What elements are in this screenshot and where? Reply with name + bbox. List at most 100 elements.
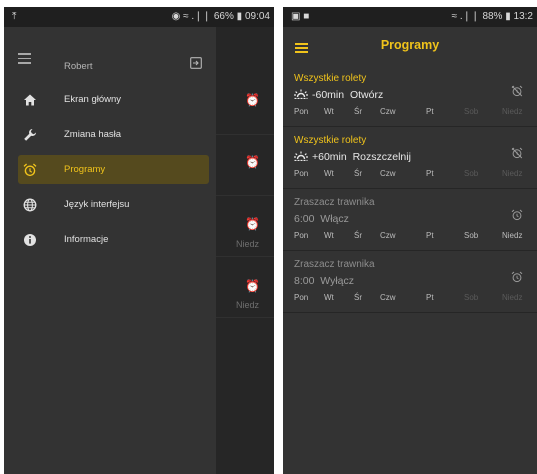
weekday-label: Niedz [502,107,523,116]
alarm-icon: ⏰ [245,217,260,231]
program-schedule: 6:00 Włącz [294,213,349,225]
alarm-icon[interactable] [511,271,523,283]
battery-level: 66% [213,11,234,22]
program-item[interactable]: Wszystkie rolety -60min Otwórz Pon Wt Śr Czw P… [283,65,537,127]
weekday-row: Pon Wt Śr Czw Pt Sob Niedz [294,169,534,179]
weekday-label: Wt [324,107,334,116]
alarm-icon: ⏰ [245,279,260,293]
program-schedule: -60min Otwórz [294,89,383,101]
sunrise-icon [294,151,308,161]
weekday-label: Śr [354,169,362,178]
upload-icon: ⤒ [12,11,17,22]
weekday-label: Wt [324,231,334,240]
weekday-label: Pt [426,231,434,240]
user-name: Robert [64,61,93,72]
weekday-label: Śr [354,107,362,116]
status-bar: ⤒ ◉ ≈ .❘❘ 66% ▮ 09:04 [4,7,274,27]
alarm-off-icon[interactable] [511,147,523,159]
weekday-label: Śr [354,231,362,240]
alarm-off-icon[interactable] [511,85,523,97]
weekday-label: Sob [464,169,479,178]
drawer-header: Robert [4,53,216,79]
alarm-icon[interactable] [511,209,523,221]
globe-icon [23,198,37,212]
day-label: Niedz [236,300,260,310]
status-right: ≈ .❘❘ 88% ▮ 13:2 [452,7,533,27]
program-item[interactable]: Zraszacz trawnika 8:00 Wyłącz Pon Wt Śr Czw Pt… [283,251,537,313]
weekday-label: Niedz [502,293,523,302]
weekday-label: Czw [380,169,396,178]
weekday-label: Czw [380,107,396,116]
menu-item-programs[interactable]: Programy [18,155,209,184]
weekday-row: Pon Wt Śr Czw Pt Sob Niedz [294,107,534,117]
weekday-label: Pon [294,107,309,116]
sunrise-icon [294,89,308,99]
program-name: Wszystkie rolety [294,73,367,84]
menu-item-label: Informacje [64,234,109,245]
weekday-label: Czw [380,293,396,302]
menu-item-change-password[interactable]: Zmiana hasła [18,120,209,149]
menu-item-label: Zmiana hasła [64,129,122,140]
program-action: Rozszczelnij [352,151,411,163]
wrench-icon [24,129,36,141]
program-item[interactable]: Wszystkie rolety +60min Rozszczelnij Pon Wt… [283,127,537,189]
page-title: Programy [380,38,440,52]
battery-icon: ▮ [505,11,511,22]
menu-item-label: Język interfejsu [64,199,130,210]
weekday-label: Pt [426,169,434,178]
signal-icons: ≈ .❘❘ [451,11,480,22]
divider [209,195,274,196]
left-phone-screen: ⤒ ◉ ≈ .❘❘ 66% ▮ 09:04 ⏰ ⏰ ⏰ Niedz ⏰ Niedz… [4,7,274,474]
weekday-label: Śr [354,293,362,302]
logout-icon[interactable] [190,57,202,69]
menu-item-label: Ekran główny [64,94,122,105]
alarm-off-icon: ⏰ [245,155,260,169]
weekday-row: Pon Wt Śr Czw Pt Sob Niedz [294,293,534,303]
program-list: Wszystkie rolety -60min Otwórz Pon Wt Śr Czw P… [283,65,537,313]
menu-item-home[interactable]: Ekran główny [18,85,209,114]
program-time: -60min [312,89,345,101]
weekday-label: Sob [464,231,479,240]
weekday-label: Czw [380,231,396,240]
weekday-label: Niedz [502,231,523,240]
program-schedule: 8:00 Wyłącz [294,275,354,287]
notification-icons: ▣ ■ [291,11,310,22]
program-name: Zraszacz trawnika [294,197,375,208]
weekday-label: Sob [464,293,479,302]
program-name: Zraszacz trawnika [294,259,375,270]
app-bar: Programy [283,27,537,65]
weekday-label: Sob [464,107,479,116]
navigation-drawer: Robert Ekran główny Zmiana hasła Program… [4,27,216,474]
weekday-label: Pt [426,107,434,116]
program-action: Włącz [320,213,349,225]
background-program-list: ⏰ ⏰ ⏰ Niedz ⏰ Niedz [209,27,274,474]
weekday-label: Wt [324,293,334,302]
home-icon [24,94,36,106]
menu-item-interface-language[interactable]: Język interfejsu [18,190,209,219]
program-name: Wszystkie rolety [294,135,367,146]
weekday-label: Pt [426,293,434,302]
program-time: +60min [312,151,347,163]
alarm-clock-icon [23,163,37,177]
clock-time: 09:04 [244,11,270,22]
program-item[interactable]: Zraszacz trawnika 6:00 Włącz Pon Wt Śr Czw Pt S… [283,189,537,251]
status-bar: ▣ ■ ≈ .❘❘ 88% ▮ 13:2 [283,7,537,27]
day-label: Niedz [236,239,260,249]
program-action: Otwórz [349,89,384,101]
clock-time: 13:2 [513,11,533,22]
signal-icons: ◉ ≈ .❘❘ [171,11,211,22]
program-time: 8:00 [294,275,315,287]
battery-level: 88% [482,11,503,22]
weekday-row: Pon Wt Śr Czw Pt Sob Niedz [294,231,534,241]
weekday-label: Niedz [502,169,523,178]
menu-item-info[interactable]: Informacje [18,225,209,254]
divider [209,256,274,257]
weekday-label: Wt [324,169,334,178]
menu-icon[interactable] [18,53,31,67]
info-icon [24,234,36,246]
alarm-off-icon: ⏰ [245,93,260,107]
right-phone-screen: ▣ ■ ≈ .❘❘ 88% ▮ 13:2 Programy Wszystkie r… [283,7,537,474]
status-right: ◉ ≈ .❘❘ 66% ▮ 09:04 [172,7,270,27]
divider [209,134,274,135]
menu-item-label: Programy [64,164,106,175]
